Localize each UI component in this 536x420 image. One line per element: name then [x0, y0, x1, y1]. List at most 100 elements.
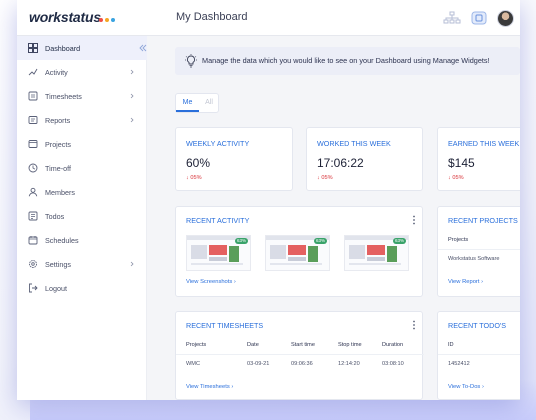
logout-icon	[29, 283, 38, 293]
activity-badge: 63%	[313, 238, 327, 244]
card-title: RECENT TODO'S	[448, 321, 507, 330]
todos-icon	[28, 211, 38, 221]
thumbnail-block	[270, 245, 286, 259]
divider	[438, 354, 520, 355]
top-bar: workstatus My Dashboard	[17, 0, 520, 36]
sidebar-item-logout[interactable]: Logout	[17, 276, 147, 300]
banner-text: Manage the data which you would like to …	[202, 56, 490, 65]
toggle-all-button[interactable]: All	[199, 94, 219, 112]
logo-dots	[99, 18, 115, 22]
card-title: RECENT PROJECTS	[448, 216, 518, 225]
org-chart-icon[interactable]	[443, 9, 461, 27]
manage-widgets-banner: Manage the data which you would like to …	[175, 47, 520, 75]
stat-value: 17:06:22	[317, 156, 364, 170]
sidebar-item-members[interactable]: Members	[17, 180, 147, 204]
timesheets-icon	[28, 91, 38, 101]
projects-icon	[28, 140, 38, 148]
screenshot-thumbnail[interactable]: 63%	[265, 235, 330, 271]
screenshot-thumbnail[interactable]: 63%	[344, 235, 409, 271]
thumbnail-block	[270, 263, 322, 265]
members-icon	[28, 187, 38, 197]
sidebar-item-label: Time-off	[45, 163, 71, 173]
chevron-right-icon	[130, 261, 134, 267]
weekly-activity-card: WEEKLY ACTIVITY 60% ↓ 05%	[175, 127, 293, 191]
collapse-sidebar-icon[interactable]	[139, 44, 147, 52]
thumbnail-block	[387, 246, 397, 262]
sidebar: Dashboard Activity Timesheets Reports Pr…	[17, 36, 147, 400]
view-report-link[interactable]: View Report ›	[448, 279, 483, 285]
table-header: ID	[448, 342, 454, 348]
card-title: WEEKLY ACTIVITY	[186, 139, 250, 148]
stat-change: ↓ 05%	[317, 175, 333, 181]
logo-dot	[105, 18, 109, 22]
column-header-stop-time: Stop time	[338, 342, 362, 348]
scope-toggle: Me All	[175, 93, 219, 113]
sidebar-item-label: Reports	[45, 115, 71, 125]
card-title: EARNED THIS WEEK	[448, 139, 520, 148]
reports-icon	[28, 116, 38, 124]
thumbnail-block	[209, 257, 227, 261]
thumbnail-block	[191, 245, 207, 259]
thumbnail-block	[367, 257, 385, 261]
thumbnail-block	[349, 245, 365, 259]
thumbnail-block	[367, 245, 385, 255]
stat-change: ↓ 05%	[186, 175, 202, 181]
chevron-right-icon	[130, 69, 134, 75]
sidebar-item-projects[interactable]: Projects	[17, 132, 147, 156]
thumbnail-block	[191, 263, 243, 265]
thumbnail-block	[209, 245, 227, 255]
recent-projects-card: RECENT PROJECTS Projects Workstatus Soft…	[437, 206, 520, 297]
screenshot-thumbnail[interactable]: 63%	[186, 235, 251, 271]
thumbnail-block	[229, 246, 239, 262]
sidebar-item-label: Todos	[45, 211, 65, 221]
chevron-right-icon	[130, 93, 134, 99]
stat-value: $145	[448, 156, 475, 170]
thumbnail-block	[288, 245, 306, 255]
sidebar-item-label: Members	[45, 187, 75, 197]
app-window: workstatus My Dashboard Dashboard Activi…	[17, 0, 520, 400]
card-title: RECENT ACTIVITY	[186, 216, 250, 225]
view-screenshots-link[interactable]: View Screenshots ›	[186, 279, 236, 285]
logo-dot	[111, 18, 115, 22]
logo[interactable]: workstatus	[29, 9, 101, 25]
column-header-duration: Duration	[382, 342, 404, 348]
table-cell: WMC	[186, 361, 200, 367]
worked-this-week-card: WORKED THIS WEEK 17:06:22 ↓ 05%	[306, 127, 423, 191]
sidebar-item-time-off[interactable]: Time-off	[17, 156, 147, 180]
main-content: Manage the data which you would like to …	[147, 36, 520, 400]
more-options-icon[interactable]	[412, 320, 416, 330]
dashboard-icon	[28, 43, 38, 53]
sidebar-item-schedules[interactable]: Schedules	[17, 228, 147, 252]
sidebar-item-activity[interactable]: Activity	[17, 60, 147, 84]
divider	[176, 354, 424, 355]
table-cell: 03-09-21	[247, 361, 270, 367]
sidebar-item-reports[interactable]: Reports	[17, 108, 147, 132]
toggle-me-button[interactable]: Me	[176, 94, 199, 112]
user-avatar[interactable]	[497, 9, 514, 27]
thumbnail-block	[349, 263, 401, 265]
page-title: My Dashboard	[176, 11, 248, 23]
thumbnail-block	[288, 257, 306, 261]
widgets-icon[interactable]	[470, 9, 488, 27]
table-cell: Workstatus Software	[448, 256, 500, 262]
sidebar-item-todos[interactable]: Todos	[17, 204, 147, 228]
card-title: RECENT TIMESHEETS	[186, 321, 264, 330]
card-title: WORKED THIS WEEK	[317, 139, 391, 148]
sidebar-item-label: Schedules	[45, 235, 79, 245]
top-bar-actions	[443, 9, 514, 27]
recent-activity-card: RECENT ACTIVITY 63% 63% 63% View Screens…	[175, 206, 423, 297]
view-todos-link[interactable]: View To-Dos ›	[448, 384, 484, 390]
table-cell: 1452412	[448, 361, 470, 367]
sidebar-item-timesheets[interactable]: Timesheets	[17, 84, 147, 108]
schedules-icon	[28, 236, 38, 245]
sidebar-item-label: Dashboard	[45, 43, 81, 53]
sidebar-item-dashboard[interactable]: Dashboard	[17, 36, 147, 60]
activity-icon	[28, 68, 38, 76]
activity-badge: 63%	[234, 238, 248, 244]
view-timesheets-link[interactable]: View Timesheets ›	[186, 384, 233, 390]
sidebar-item-settings[interactable]: Settings	[17, 252, 147, 276]
divider	[438, 249, 520, 250]
more-options-icon[interactable]	[412, 215, 416, 225]
earned-this-week-card: EARNED THIS WEEK $145 ↓ 05%	[437, 127, 520, 191]
lightbulb-icon	[185, 54, 197, 68]
